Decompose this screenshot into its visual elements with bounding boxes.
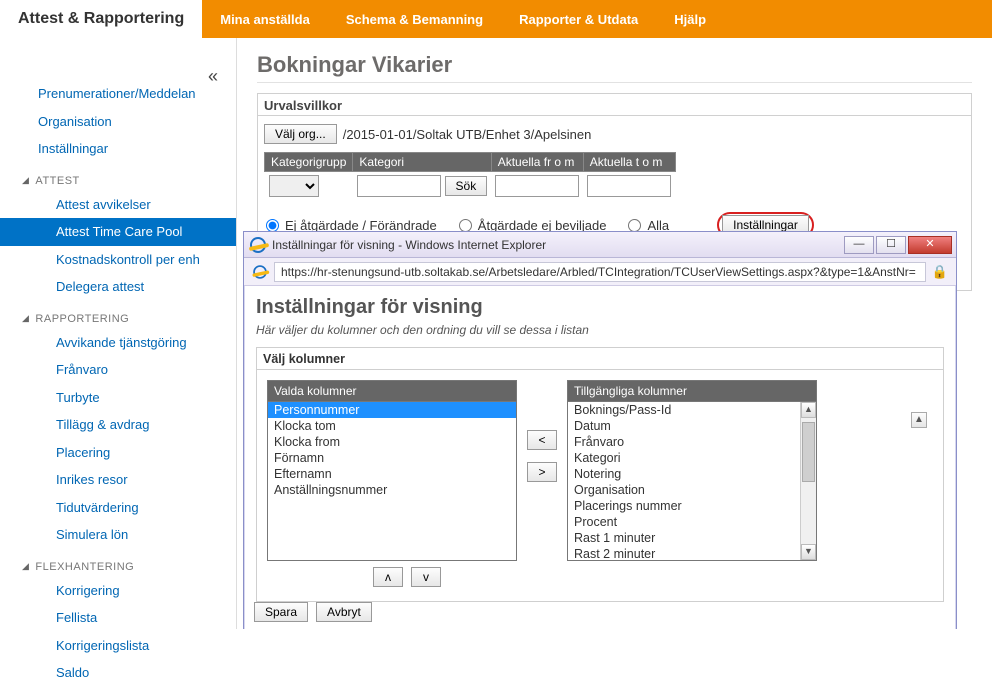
choose-org-button[interactable]: Välj org... — [264, 124, 337, 144]
available-columns-listbox[interactable]: Boknings/Pass-IdDatumFrånvaroKategoriNot… — [567, 401, 817, 561]
ie-titlebar[interactable]: Inställningar för visning - Windows Inte… — [244, 232, 956, 258]
sidebar: « Prenumerationer/MeddelanOrganisationIn… — [0, 38, 237, 629]
search-kategori-button[interactable]: Sök — [445, 176, 488, 196]
available-col-option[interactable]: Rast 2 minuter — [568, 546, 800, 561]
content: Bokningar Vikarier Urvalsvillkor Välj or… — [237, 38, 992, 629]
sidebar-item-1-5[interactable]: Inrikes resor — [0, 466, 236, 494]
filter-header-row: KategorigruppKategoriAktuella fr o mAktu… — [265, 153, 676, 172]
save-button[interactable]: Spara — [254, 602, 308, 622]
collapse-sidebar-icon[interactable]: « — [208, 66, 218, 87]
cancel-button[interactable]: Avbryt — [316, 602, 372, 622]
page-title: Bokningar Vikarier — [257, 52, 972, 83]
selected-columns-listbox[interactable]: PersonnummerKlocka tomKlocka fromFörnamn… — [267, 401, 517, 561]
available-columns-header: Tillgängliga kolumner — [567, 380, 817, 401]
sidebar-item-1-4[interactable]: Placering — [0, 439, 236, 467]
sidebar-item-0-1[interactable]: Attest Time Care Pool — [0, 218, 236, 246]
sidebar-item-1-2[interactable]: Turbyte — [0, 384, 236, 412]
nav-tab-4[interactable]: Hjälp — [656, 0, 724, 38]
caret-icon: ◢ — [22, 175, 29, 186]
sidebar-link-top-1[interactable]: Organisation — [0, 108, 236, 136]
minimize-button[interactable]: — — [844, 236, 874, 254]
available-col-option[interactable]: Kategori — [568, 450, 800, 466]
sidebar-section-1[interactable]: ◢RAPPORTERING — [0, 307, 236, 329]
filter-table: KategorigruppKategoriAktuella fr o mAktu… — [264, 152, 676, 200]
caret-icon: ◢ — [22, 561, 29, 572]
filter-group-title: Urvalsvillkor — [258, 94, 971, 116]
to-date-input[interactable] — [587, 175, 671, 197]
available-col-option[interactable]: Datum — [568, 418, 800, 434]
sidebar-item-1-7[interactable]: Simulera lön — [0, 521, 236, 549]
selected-col-option[interactable]: Klocka tom — [268, 418, 516, 434]
nav-tab-0[interactable]: Attest & Rapportering — [0, 0, 202, 38]
popup-subheading: Här väljer du kolumner och den ordning d… — [256, 323, 944, 337]
available-col-option[interactable]: Procent — [568, 514, 800, 530]
lock-icon: 🔒 — [932, 264, 948, 280]
kategorigrupp-select[interactable] — [269, 175, 319, 197]
available-col-option[interactable]: Frånvaro — [568, 434, 800, 450]
sidebar-link-top-0[interactable]: Prenumerationer/Meddelan — [0, 80, 236, 108]
available-col-option[interactable]: Rast 1 minuter — [568, 530, 800, 546]
selected-columns-header: Valda kolumner — [267, 380, 517, 401]
ie-address-bar: https://hr-stenungsund-utb.soltakab.se/A… — [244, 258, 956, 286]
available-col-option[interactable]: Organisation — [568, 482, 800, 498]
scroll-down-arrow[interactable]: ▼ — [801, 544, 816, 560]
sidebar-item-1-6[interactable]: Tidutvärdering — [0, 494, 236, 522]
scroll-up-arrow[interactable]: ▲ — [801, 402, 816, 418]
maximize-button[interactable]: ☐ — [876, 236, 906, 254]
sidebar-item-1-0[interactable]: Avvikande tjänstgöring — [0, 329, 236, 357]
top-nav: Attest & RapporteringMina anställdaSchem… — [0, 0, 992, 38]
sidebar-item-2-3[interactable]: Saldo — [0, 659, 236, 687]
move-up-button[interactable]: ʌ — [373, 567, 403, 587]
sidebar-item-2-2[interactable]: Korrigeringslista — [0, 632, 236, 660]
sidebar-item-0-3[interactable]: Delegera attest — [0, 273, 236, 301]
popup-heading: Inställningar för visning — [256, 296, 944, 319]
sidebar-item-1-1[interactable]: Frånvaro — [0, 356, 236, 384]
url-field[interactable]: https://hr-stenungsund-utb.soltakab.se/A… — [274, 262, 926, 282]
available-col-option[interactable]: Boknings/Pass-Id — [568, 402, 800, 418]
org-path: /2015-01-01/Soltak UTB/Enhet 3/Apelsinen — [343, 127, 592, 142]
nav-tab-3[interactable]: Rapporter & Utdata — [501, 0, 656, 38]
nav-tab-2[interactable]: Schema & Bemanning — [328, 0, 501, 38]
close-button[interactable]: ✕ — [908, 236, 952, 254]
ie-window-title: Inställningar för visning - Windows Inte… — [272, 238, 838, 252]
selected-col-option[interactable]: Efternamn — [268, 466, 516, 482]
sidebar-item-0-2[interactable]: Kostnadskontroll per enh — [0, 246, 236, 274]
scroll-thumb[interactable] — [802, 422, 815, 482]
sidebar-item-2-0[interactable]: Korrigering — [0, 577, 236, 605]
from-date-input[interactable] — [495, 175, 579, 197]
sidebar-item-2-1[interactable]: Fellista — [0, 604, 236, 632]
kategori-input[interactable] — [357, 175, 441, 197]
nav-tab-1[interactable]: Mina anställda — [202, 0, 328, 38]
sidebar-link-top-2[interactable]: Inställningar — [0, 135, 236, 163]
available-col-option[interactable]: Notering — [568, 466, 800, 482]
selected-col-option[interactable]: Personnummer — [268, 402, 516, 418]
move-left-button[interactable]: < — [527, 430, 557, 450]
available-list-scrollbar[interactable]: ▲ ▼ — [800, 402, 816, 560]
sidebar-section-0[interactable]: ◢ATTEST — [0, 169, 236, 191]
ie-popup-window: Inställningar för visning - Windows Inte… — [243, 231, 957, 629]
sidebar-body: Prenumerationer/MeddelanOrganisationInst… — [0, 80, 236, 687]
selected-col-option[interactable]: Anställningsnummer — [268, 482, 516, 498]
move-right-button[interactable]: > — [527, 462, 557, 482]
selected-col-option[interactable]: Klocka from — [268, 434, 516, 450]
group-scroll-up-arrow[interactable]: ▲ — [911, 412, 927, 428]
caret-icon: ◢ — [22, 313, 29, 324]
available-col-option[interactable]: Placerings nummer — [568, 498, 800, 514]
column-chooser-group: Välj kolumner ▲ Valda kolumner Personnum… — [256, 347, 944, 602]
sidebar-item-0-0[interactable]: Attest avvikelser — [0, 191, 236, 219]
selected-col-option[interactable]: Förnamn — [268, 450, 516, 466]
move-down-button[interactable]: v — [411, 567, 441, 587]
sidebar-section-2[interactable]: ◢FLEXHANTERING — [0, 555, 236, 577]
sidebar-item-1-3[interactable]: Tillägg & avdrag — [0, 411, 236, 439]
column-chooser-title: Välj kolumner — [257, 348, 943, 370]
ie-logo-icon — [250, 237, 266, 253]
ie-page-icon — [253, 265, 267, 279]
